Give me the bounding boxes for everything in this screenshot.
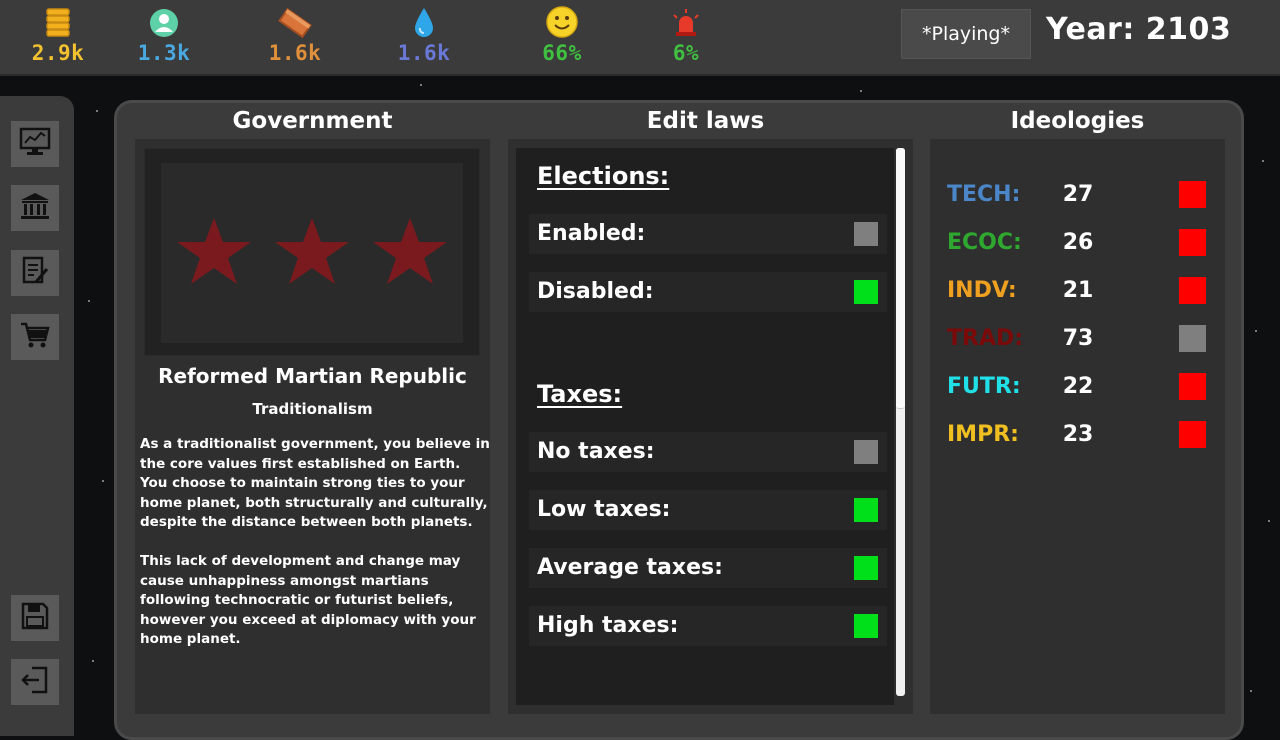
law-toggle[interactable] bbox=[854, 280, 878, 304]
elections-section-title: Elections: bbox=[537, 162, 670, 190]
ideology-name-ecoc: ECOC: bbox=[947, 230, 1022, 255]
laws-document-button[interactable] bbox=[11, 250, 59, 296]
alarm-siren-icon bbox=[631, 4, 741, 38]
shopping-cart-icon bbox=[19, 320, 51, 354]
smiley-icon bbox=[507, 4, 617, 38]
monitor-chart-icon bbox=[19, 127, 51, 161]
law-label: High taxes: bbox=[537, 613, 679, 638]
coins-icon bbox=[3, 4, 113, 38]
law-toggle[interactable] bbox=[854, 498, 878, 522]
water-value: 1.6k bbox=[397, 41, 451, 65]
resource-happiness: 66% bbox=[507, 4, 617, 65]
ideology-value-futr: 22 bbox=[1062, 374, 1094, 399]
law-toggle[interactable] bbox=[854, 222, 878, 246]
law-no-taxes[interactable]: No taxes: bbox=[529, 432, 887, 472]
happiness-value: 66% bbox=[542, 41, 582, 65]
laws-heading: Edit laws bbox=[646, 108, 765, 134]
ideology-value-indv: 21 bbox=[1062, 278, 1094, 303]
resource-population: 1.3k bbox=[109, 4, 219, 65]
ideology-value-ecoc: 26 bbox=[1062, 230, 1094, 255]
population-value: 1.3k bbox=[137, 41, 191, 65]
flag-star-icon bbox=[371, 216, 449, 290]
ideology-value-tech: 27 bbox=[1062, 182, 1094, 207]
government-ideology: Traditionalism bbox=[252, 400, 373, 418]
population-icon bbox=[109, 4, 219, 38]
government-flag bbox=[144, 148, 480, 356]
law-toggle[interactable] bbox=[854, 440, 878, 464]
ideology-toggle-ecoc[interactable] bbox=[1179, 229, 1206, 256]
government-name: Reformed Martian Republic bbox=[158, 364, 467, 388]
law-high-taxes[interactable]: High taxes: bbox=[529, 606, 887, 646]
ideology-toggle-futr[interactable] bbox=[1179, 373, 1206, 400]
brick-value: 1.6k bbox=[268, 41, 322, 65]
law-elections-enabled[interactable]: Enabled: bbox=[529, 214, 887, 254]
shop-cart-button[interactable] bbox=[11, 314, 59, 360]
government-button[interactable] bbox=[11, 185, 59, 231]
bank-building-icon bbox=[19, 191, 51, 225]
ideology-name-impr: IMPR: bbox=[947, 422, 1019, 447]
stats-monitor-button[interactable] bbox=[11, 121, 59, 167]
law-toggle[interactable] bbox=[854, 556, 878, 580]
law-average-taxes[interactable]: Average taxes: bbox=[529, 548, 887, 588]
taxes-section-title: Taxes: bbox=[537, 380, 623, 408]
resource-brick: 1.6k bbox=[240, 4, 350, 65]
law-label: Average taxes: bbox=[537, 555, 723, 580]
playing-status-button[interactable]: *Playing* bbox=[901, 9, 1031, 59]
exit-button[interactable] bbox=[11, 659, 59, 705]
flag-star-icon bbox=[273, 216, 351, 290]
law-toggle[interactable] bbox=[854, 614, 878, 638]
law-label: No taxes: bbox=[537, 439, 655, 464]
laws-scrollbar-thumb[interactable] bbox=[896, 148, 905, 409]
ideologies-heading: Ideologies bbox=[1010, 108, 1145, 134]
government-description-2: This lack of development and change may … bbox=[140, 553, 476, 647]
ideology-value-trad: 73 bbox=[1062, 326, 1094, 351]
ideology-name-indv: INDV: bbox=[947, 278, 1017, 303]
government-description: As a traditionalist government, you beli… bbox=[140, 436, 490, 530]
water-drop-icon bbox=[369, 4, 479, 38]
exit-door-icon bbox=[20, 665, 50, 699]
ideology-toggle-trad[interactable] bbox=[1179, 325, 1206, 352]
top-resource-bar: 2.9k 1.3k 1.6k 1.6k 66% 6% *Playing* Yea… bbox=[0, 0, 1280, 76]
ideology-name-futr: FUTR: bbox=[947, 374, 1021, 399]
ideology-value-impr: 23 bbox=[1062, 422, 1094, 447]
floppy-disk-icon bbox=[20, 601, 50, 635]
flag-star-icon bbox=[175, 216, 253, 290]
unrest-value: 6% bbox=[672, 41, 700, 65]
document-edit-icon bbox=[20, 256, 50, 290]
law-elections-disabled[interactable]: Disabled: bbox=[529, 272, 887, 312]
ideology-toggle-indv[interactable] bbox=[1179, 277, 1206, 304]
ideology-name-trad: TRAD: bbox=[947, 326, 1024, 351]
law-low-taxes[interactable]: Low taxes: bbox=[529, 490, 887, 530]
ideology-name-tech: TECH: bbox=[947, 182, 1021, 207]
law-label: Disabled: bbox=[537, 279, 654, 304]
law-label: Low taxes: bbox=[537, 497, 671, 522]
ideology-toggle-tech[interactable] bbox=[1179, 181, 1206, 208]
year-label: Year: 2103 bbox=[1046, 12, 1232, 47]
save-button[interactable] bbox=[11, 595, 59, 641]
resource-water: 1.6k bbox=[369, 4, 479, 65]
resource-unrest: 6% bbox=[631, 4, 741, 65]
ideology-toggle-impr[interactable] bbox=[1179, 421, 1206, 448]
resource-coins: 2.9k bbox=[3, 4, 113, 65]
law-label: Enabled: bbox=[537, 221, 646, 246]
coins-value: 2.9k bbox=[31, 41, 85, 65]
brick-icon bbox=[240, 4, 350, 38]
government-heading: Government bbox=[232, 108, 393, 134]
